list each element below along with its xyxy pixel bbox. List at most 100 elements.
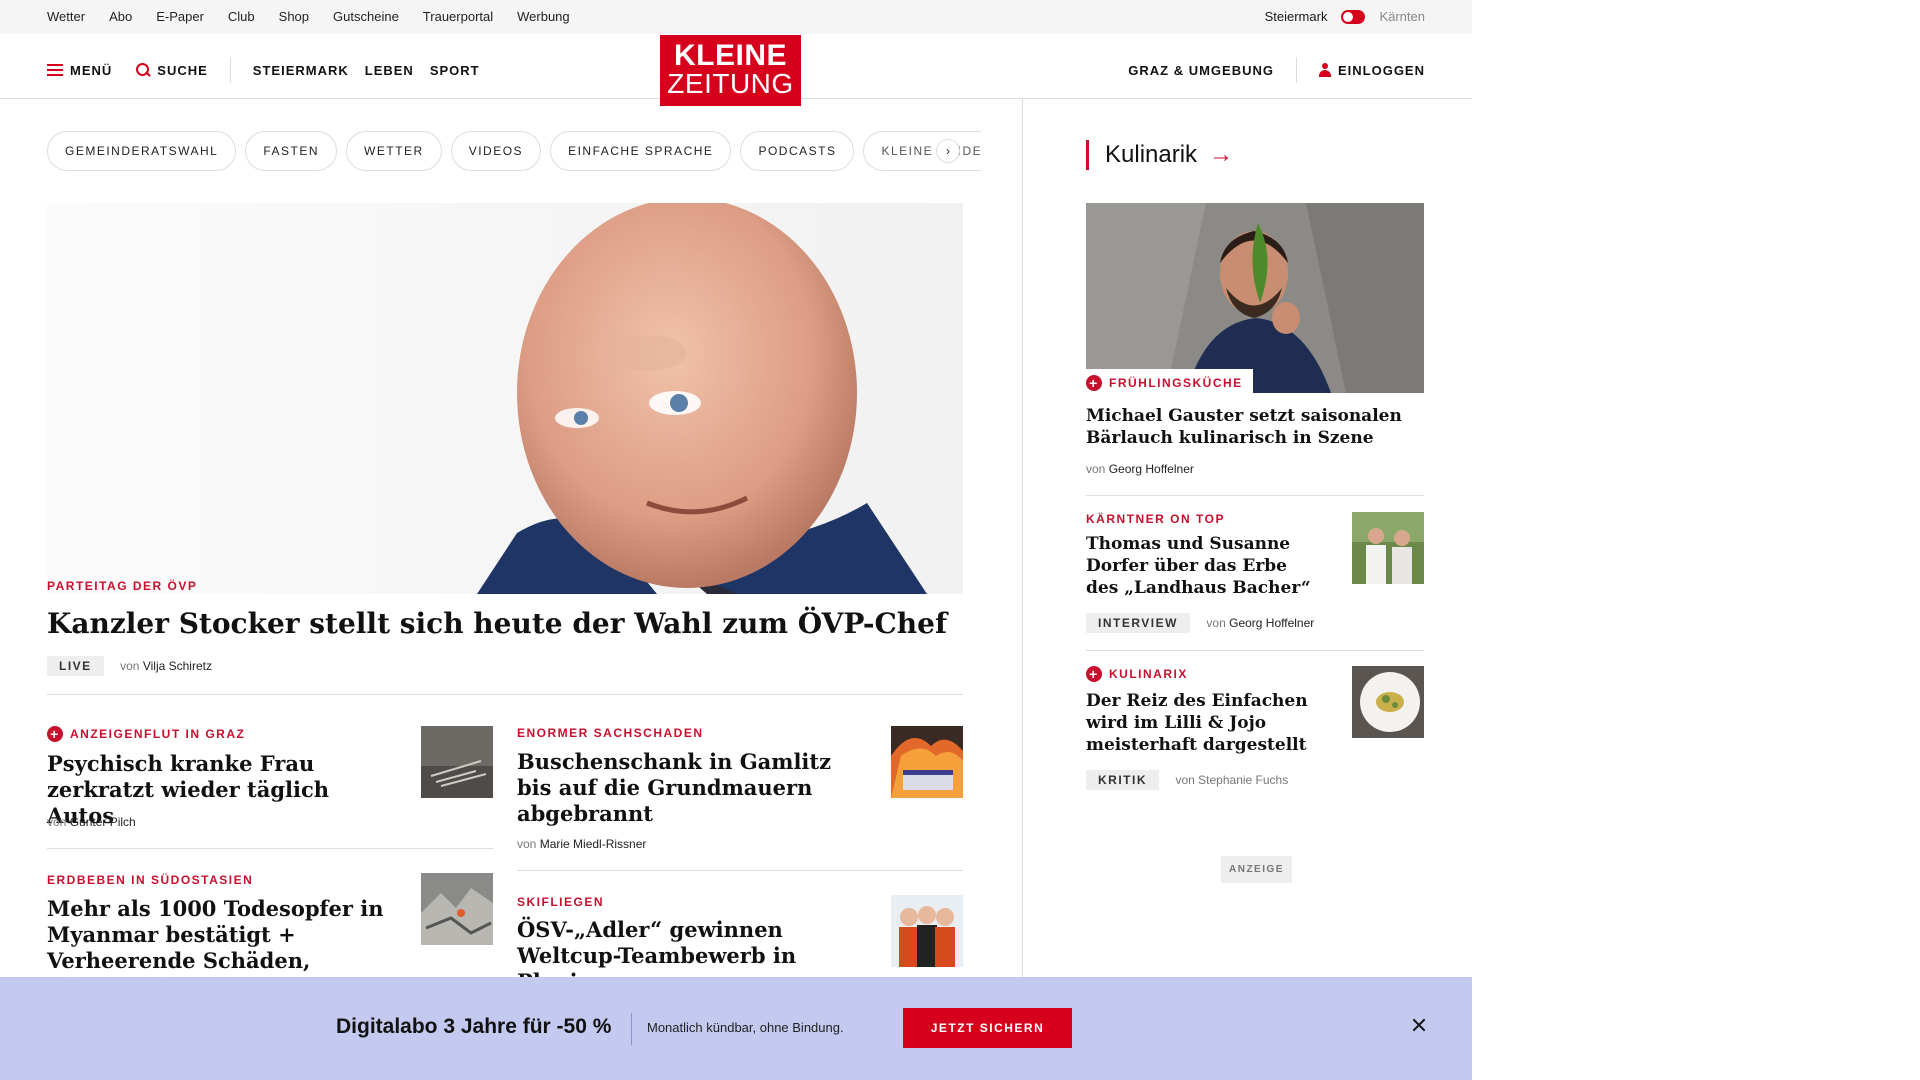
site-logo[interactable]: KLEINE ZEITUNG [660,35,801,106]
hamburger-icon [47,64,63,76]
feature-kicker: + FRÜHLINGSKÜCHE [1086,369,1253,393]
nav-leben[interactable]: LEBEN [365,63,414,78]
article-1-thumbnail-illustration [421,726,493,798]
sidebar-item-1-author[interactable]: Georg Hoffelner [1229,616,1314,630]
article-4-thumbnail[interactable] [891,895,963,967]
article-2-kicker: ENORMER SACHSCHADEN [517,726,704,740]
divider [47,694,963,695]
utility-link-trauerportal[interactable]: Trauerportal [423,9,493,24]
article-1-byline: von Günter Pilch [47,815,136,829]
hero-kicker: PARTEITAG DER ÖVP [47,579,197,593]
promo-title: Digitalabo 3 Jahre für -50 % [336,1015,612,1038]
sidebar-item-2-thumbnail[interactable] [1352,666,1424,738]
article-2-kicker-text: ENORMER SACHSCHADEN [517,726,704,740]
byline-prefix: von [47,815,67,829]
chip-videos[interactable]: VIDEOS [450,131,542,171]
region-toggle[interactable] [1341,9,1366,24]
search-icon [136,63,150,77]
sidebar-item-2-headline[interactable]: Der Reiz des Einfachen wird im Lilli & J… [1086,690,1326,756]
sidebar-item-1-thumbnail[interactable] [1352,512,1424,584]
byline-prefix: von [1175,773,1195,787]
hero-image[interactable] [47,203,963,594]
divider [517,870,963,871]
article-2-thumbnail-illustration [891,726,963,798]
search-button[interactable]: SUCHE [136,63,208,78]
article-3-thumbnail-illustration [421,873,493,945]
logo-line-2: ZEITUNG [667,68,794,99]
feature-kicker-text: FRÜHLINGSKÜCHE [1109,376,1243,390]
region-switch: Steiermark Kärnten [1265,9,1425,24]
byline-prefix: von [120,659,140,673]
page: Wetter Abo E-Paper Club Shop Gutscheine … [0,0,1472,1080]
utility-link-abo[interactable]: Abo [109,9,132,24]
sidebar-item-1-kicker-text: KÄRNTNER ON TOP [1086,512,1225,526]
top-utility-bar: Wetter Abo E-Paper Club Shop Gutscheine … [0,0,1472,34]
article-1-author[interactable]: Günter Pilch [70,815,136,829]
article-2-thumbnail[interactable] [891,726,963,798]
region-kaernten[interactable]: Kärnten [1379,9,1425,24]
sidebar-item-1-byline: von Georg Hoffelner [1206,616,1314,630]
article-1-thumbnail[interactable] [421,726,493,798]
nav-sport[interactable]: SPORT [430,63,480,78]
section-header-kulinarik[interactable]: Kulinarik → [1086,140,1233,170]
sidebar-item-1-headline[interactable]: Thomas und Susanne Dorfer über das Erbe … [1086,533,1316,599]
sidebar-item-1-thumbnail-illustration [1352,512,1424,584]
main-header: MENÜ SUCHE STEIERMARK LEBEN SPORT KLEINE… [0,34,1472,106]
divider [47,848,493,849]
region-steiermark[interactable]: Steiermark [1265,9,1328,24]
plus-icon: + [1086,375,1102,391]
arrow-right-icon: → [1209,141,1234,168]
live-badge: LIVE [47,656,104,676]
feature-image[interactable] [1086,203,1424,393]
utility-link-wetter[interactable]: Wetter [47,9,85,24]
column-divider [1022,99,1023,979]
menu-button[interactable]: MENÜ [47,63,112,78]
utility-link-werbung[interactable]: Werbung [517,9,570,24]
section-title: Kulinarik [1105,141,1198,168]
feature-author[interactable]: Georg Hoffelner [1109,462,1194,476]
article-2-author[interactable]: Marie Miedl-Rissner [540,837,647,851]
plus-icon: + [47,726,63,742]
article-2-byline: von Marie Miedl-Rissner [517,837,646,851]
jetzt-sichern-button[interactable]: JETZT SICHERN [903,1008,1072,1048]
chip-gemeinderatswahl[interactable]: GEMEINDERATSWAHL [47,131,237,171]
login-button[interactable]: EINLOGGEN [1318,63,1425,78]
chips-scroll-right-button[interactable]: › [936,139,960,163]
feature-photo-illustration [1086,203,1424,393]
header-divider [229,57,231,83]
sidebar-item-2-byline: von Stephanie Fuchs [1175,773,1288,787]
byline-prefix: von [1206,616,1226,630]
chip-podcasts[interactable]: PODCASTS [740,131,855,171]
article-3-thumbnail[interactable] [421,873,493,945]
hero-kicker-text: PARTEITAG DER ÖVP [47,579,198,593]
utility-link-epaper[interactable]: E-Paper [156,9,204,24]
hero-headline[interactable]: Kanzler Stocker stellt sich heute der Wa… [47,606,963,642]
menu-label: MENÜ [70,62,113,78]
article-2-headline[interactable]: Buschenschank in Gamlitz bis auf die Gru… [517,749,867,827]
nav-steiermark[interactable]: STEIERMARK [253,63,349,78]
utility-link-club[interactable]: Club [228,9,255,24]
search-label: SUCHE [157,62,208,78]
sidebar-item-1-kicker: KÄRNTNER ON TOP [1086,512,1225,526]
article-4-kicker: SKIFLIEGEN [517,895,604,909]
sidebar-item-2-author[interactable]: Stephanie Fuchs [1198,773,1288,787]
utility-link-shop[interactable]: Shop [279,9,309,24]
chip-einfache-sprache[interactable]: EINFACHE SPRACHE [550,131,732,171]
feature-headline[interactable]: Michael Gauster setzt saisonalen Bärlauc… [1086,405,1424,449]
header-divider [1295,57,1297,83]
utility-link-gutscheine[interactable]: Gutscheine [333,9,399,24]
kritik-badge: KRITIK [1086,770,1159,790]
subscription-banner: Digitalabo 3 Jahre für -50 % Monatlich k… [0,977,1472,1080]
topic-chips: GEMEINDERATSWAHL FASTEN WETTER VIDEOS EI… [47,131,982,171]
nav-graz-umgebung[interactable]: GRAZ & UMGEBUNG [1128,63,1274,78]
article-4-kicker-text: SKIFLIEGEN [517,895,605,909]
chip-kleine-kinder[interactable]: KLEINE KINDE [863,131,982,171]
close-icon[interactable] [1408,1014,1430,1036]
sidebar-item-2-thumbnail-illustration [1352,666,1424,738]
hero-author[interactable]: Vilja Schiretz [143,659,212,673]
plus-icon: + [1086,666,1102,682]
chip-fasten[interactable]: FASTEN [245,131,338,171]
chip-wetter[interactable]: WETTER [346,131,442,171]
utility-links: Wetter Abo E-Paper Club Shop Gutscheine … [47,9,570,24]
byline-prefix: von [517,837,537,851]
